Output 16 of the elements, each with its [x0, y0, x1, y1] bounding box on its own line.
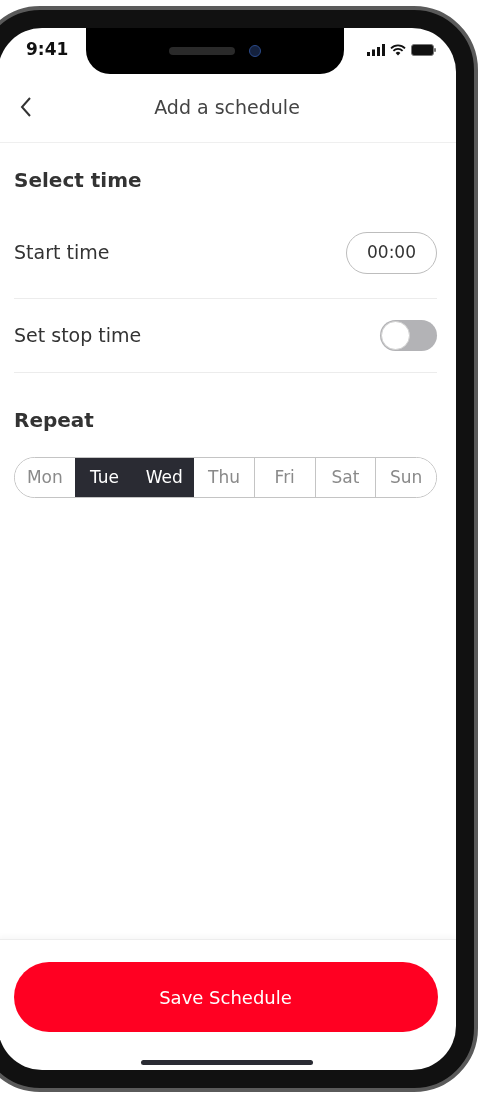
time-button[interactable]: 00:00 — [346, 231, 437, 274]
day-segment[interactable]: Sun — [375, 458, 436, 497]
day-segment[interactable]: Tue — [74, 458, 135, 497]
day-segment[interactable]: Wed — [134, 458, 195, 497]
section-title: Repeat — [14, 407, 95, 433]
screen-title: Add a schedule — [154, 94, 300, 120]
save-schedule-button[interactable]: Save Schedule — [13, 962, 438, 1032]
status-time: 9:41 — [26, 38, 69, 62]
signal-icon — [367, 44, 385, 56]
toggle-switch[interactable] — [380, 320, 437, 351]
back-icon — [20, 97, 32, 117]
section-title: Select time — [14, 167, 143, 193]
row-label: Set stop time — [14, 323, 142, 349]
wifi-icon — [390, 44, 406, 56]
battery-icon — [411, 44, 436, 56]
row-label: Start time — [14, 240, 110, 266]
